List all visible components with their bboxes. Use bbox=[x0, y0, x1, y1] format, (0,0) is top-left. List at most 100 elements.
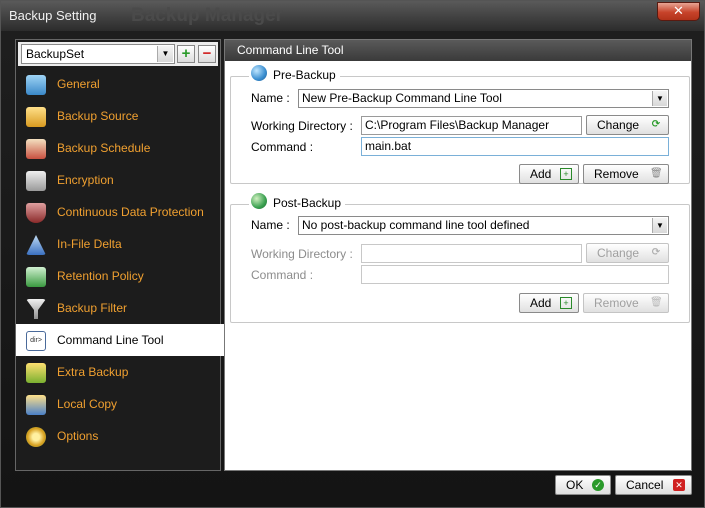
chevron-down-icon: ▼ bbox=[652, 91, 667, 106]
plus-icon: + bbox=[181, 45, 191, 62]
globe-icon bbox=[251, 193, 267, 209]
sidebar-item-label: Local Copy bbox=[57, 397, 118, 411]
folder-open-icon bbox=[26, 107, 46, 127]
post-backup-title-text: Post-Backup bbox=[273, 196, 342, 210]
pre-backup-title-text: Pre-Backup bbox=[273, 68, 336, 82]
backup-set-value: BackupSet bbox=[26, 47, 85, 61]
terminal-icon: dir> bbox=[26, 331, 46, 351]
pre-command-label: Command : bbox=[251, 140, 314, 154]
pre-add-button[interactable]: Add + bbox=[519, 164, 579, 184]
add-icon: + bbox=[560, 168, 572, 180]
post-name-value: No post-backup command line tool defined bbox=[302, 218, 530, 232]
title-bar[interactable]: Backup Manager Backup Setting ✕ bbox=[1, 1, 704, 31]
cancel-button[interactable]: Cancel ✕ bbox=[615, 475, 692, 495]
sidebar-item-extra-backup[interactable]: Extra Backup bbox=[16, 356, 220, 388]
pre-name-label: Name : bbox=[251, 91, 290, 105]
sidebar-item-label: Options bbox=[57, 429, 99, 443]
extra-backup-icon bbox=[26, 363, 46, 383]
pre-backup-group: Pre-Backup Name : New Pre-Backup Command… bbox=[230, 65, 690, 184]
pre-workdir-input[interactable]: C:\Program Files\Backup Manager bbox=[361, 116, 582, 135]
post-command-input[interactable] bbox=[361, 265, 669, 284]
window-title: Backup Setting bbox=[9, 8, 97, 23]
sidebar-item-label: Backup Filter bbox=[57, 301, 128, 315]
check-icon: ✓ bbox=[592, 479, 604, 491]
add-icon: + bbox=[560, 297, 572, 309]
command-line-tool-panel: Command Line Tool Pre-Backup Name : New … bbox=[224, 39, 692, 471]
recycle-icon bbox=[26, 267, 46, 287]
sidebar-item-local-copy[interactable]: Local Copy bbox=[16, 388, 220, 420]
backup-setting-window: Backup Manager Backup Setting ✕ BackupSe… bbox=[0, 0, 705, 508]
sidebar-item-continuous-data-protection[interactable]: Continuous Data Protection bbox=[16, 196, 220, 228]
pre-workdir-value: C:\Program Files\Backup Manager bbox=[365, 118, 550, 132]
post-name-select[interactable]: No post-backup command line tool defined… bbox=[298, 216, 669, 235]
pre-command-input[interactable]: main.bat bbox=[361, 137, 669, 156]
panel-title: Command Line Tool bbox=[225, 40, 691, 61]
background-window-title: Backup Manager bbox=[131, 5, 284, 26]
pre-remove-label: Remove bbox=[594, 167, 639, 181]
pre-command-value: main.bat bbox=[365, 139, 412, 153]
local-copy-icon bbox=[26, 395, 46, 415]
trash-icon: 🗑 bbox=[650, 297, 663, 308]
pre-remove-button[interactable]: Remove 🗑 bbox=[583, 164, 669, 184]
pre-add-label: Add bbox=[530, 167, 552, 181]
post-remove-button[interactable]: Remove 🗑 bbox=[583, 293, 669, 313]
pre-backup-title: Pre-Backup bbox=[249, 65, 340, 82]
post-command-label: Command : bbox=[251, 268, 314, 282]
sidebar-item-label: In-File Delta bbox=[57, 237, 122, 251]
backup-set-row: BackupSet ▼ + − bbox=[18, 42, 218, 66]
post-backup-title: Post-Backup bbox=[249, 193, 346, 210]
delta-icon bbox=[26, 235, 46, 255]
settings-nav: General Backup Source Backup Schedule En… bbox=[16, 68, 226, 452]
pre-name-select[interactable]: New Pre-Backup Command Line Tool ▼ bbox=[298, 89, 669, 108]
sidebar-item-label: Retention Policy bbox=[57, 269, 144, 283]
close-icon: ✕ bbox=[673, 3, 684, 18]
sidebar-item-backup-schedule[interactable]: Backup Schedule bbox=[16, 132, 220, 164]
pre-name-value: New Pre-Backup Command Line Tool bbox=[302, 91, 502, 105]
post-name-label: Name : bbox=[251, 218, 290, 232]
remove-backup-set-button[interactable]: − bbox=[198, 45, 216, 63]
sidebar-item-command-line-tool[interactable]: dir> Command Line Tool bbox=[16, 324, 226, 356]
post-workdir-input[interactable] bbox=[361, 244, 582, 263]
sidebar-item-label: Continuous Data Protection bbox=[57, 205, 204, 219]
sidebar-item-backup-source[interactable]: Backup Source bbox=[16, 100, 220, 132]
sidebar-item-label: Extra Backup bbox=[57, 365, 129, 379]
post-workdir-label: Working Directory : bbox=[251, 247, 353, 261]
post-change-label: Change bbox=[597, 246, 640, 260]
chevron-down-icon: ▼ bbox=[652, 218, 667, 233]
post-remove-label: Remove bbox=[594, 296, 639, 310]
post-add-label: Add bbox=[530, 296, 552, 310]
trash-icon: 🗑 bbox=[650, 168, 663, 179]
sidebar-item-label: Backup Source bbox=[57, 109, 139, 123]
pre-change-label: Change bbox=[597, 118, 640, 132]
sidebar-item-options[interactable]: Options bbox=[16, 420, 220, 452]
sidebar-item-encryption[interactable]: Encryption bbox=[16, 164, 220, 196]
filter-icon bbox=[26, 299, 46, 319]
pre-change-button[interactable]: Change ⟳ bbox=[586, 115, 669, 135]
shield-icon bbox=[26, 203, 46, 223]
post-change-button[interactable]: Change ⟳ bbox=[586, 243, 669, 263]
pre-workdir-label: Working Directory : bbox=[251, 119, 353, 133]
sidebar-item-retention-policy[interactable]: Retention Policy bbox=[16, 260, 220, 292]
general-icon bbox=[26, 75, 46, 95]
refresh-icon: ⟳ bbox=[651, 119, 661, 130]
key-icon bbox=[26, 171, 46, 191]
backup-set-select[interactable]: BackupSet ▼ bbox=[21, 44, 175, 64]
cancel-icon: ✕ bbox=[673, 479, 685, 491]
sidebar-item-label: Encryption bbox=[57, 173, 114, 187]
sidebar-item-label: Command Line Tool bbox=[57, 333, 164, 347]
sidebar-item-backup-filter[interactable]: Backup Filter bbox=[16, 292, 220, 324]
sidebar-item-in-file-delta[interactable]: In-File Delta bbox=[16, 228, 220, 260]
post-add-button[interactable]: Add + bbox=[519, 293, 579, 313]
sidebar-item-general[interactable]: General bbox=[16, 68, 220, 100]
add-backup-set-button[interactable]: + bbox=[177, 45, 195, 63]
settings-sidebar: BackupSet ▼ + − General Backup Source Ba… bbox=[15, 39, 226, 471]
chevron-down-icon: ▼ bbox=[157, 46, 173, 62]
ok-button[interactable]: OK ✓ bbox=[555, 475, 611, 495]
post-backup-group: Post-Backup Name : No post-backup comman… bbox=[230, 193, 690, 323]
minus-icon: − bbox=[202, 45, 212, 62]
ok-label: OK bbox=[566, 478, 584, 492]
cancel-label: Cancel bbox=[626, 478, 664, 492]
gear-icon bbox=[26, 427, 46, 447]
close-button[interactable]: ✕ bbox=[657, 2, 700, 21]
sidebar-item-label: General bbox=[57, 77, 100, 91]
